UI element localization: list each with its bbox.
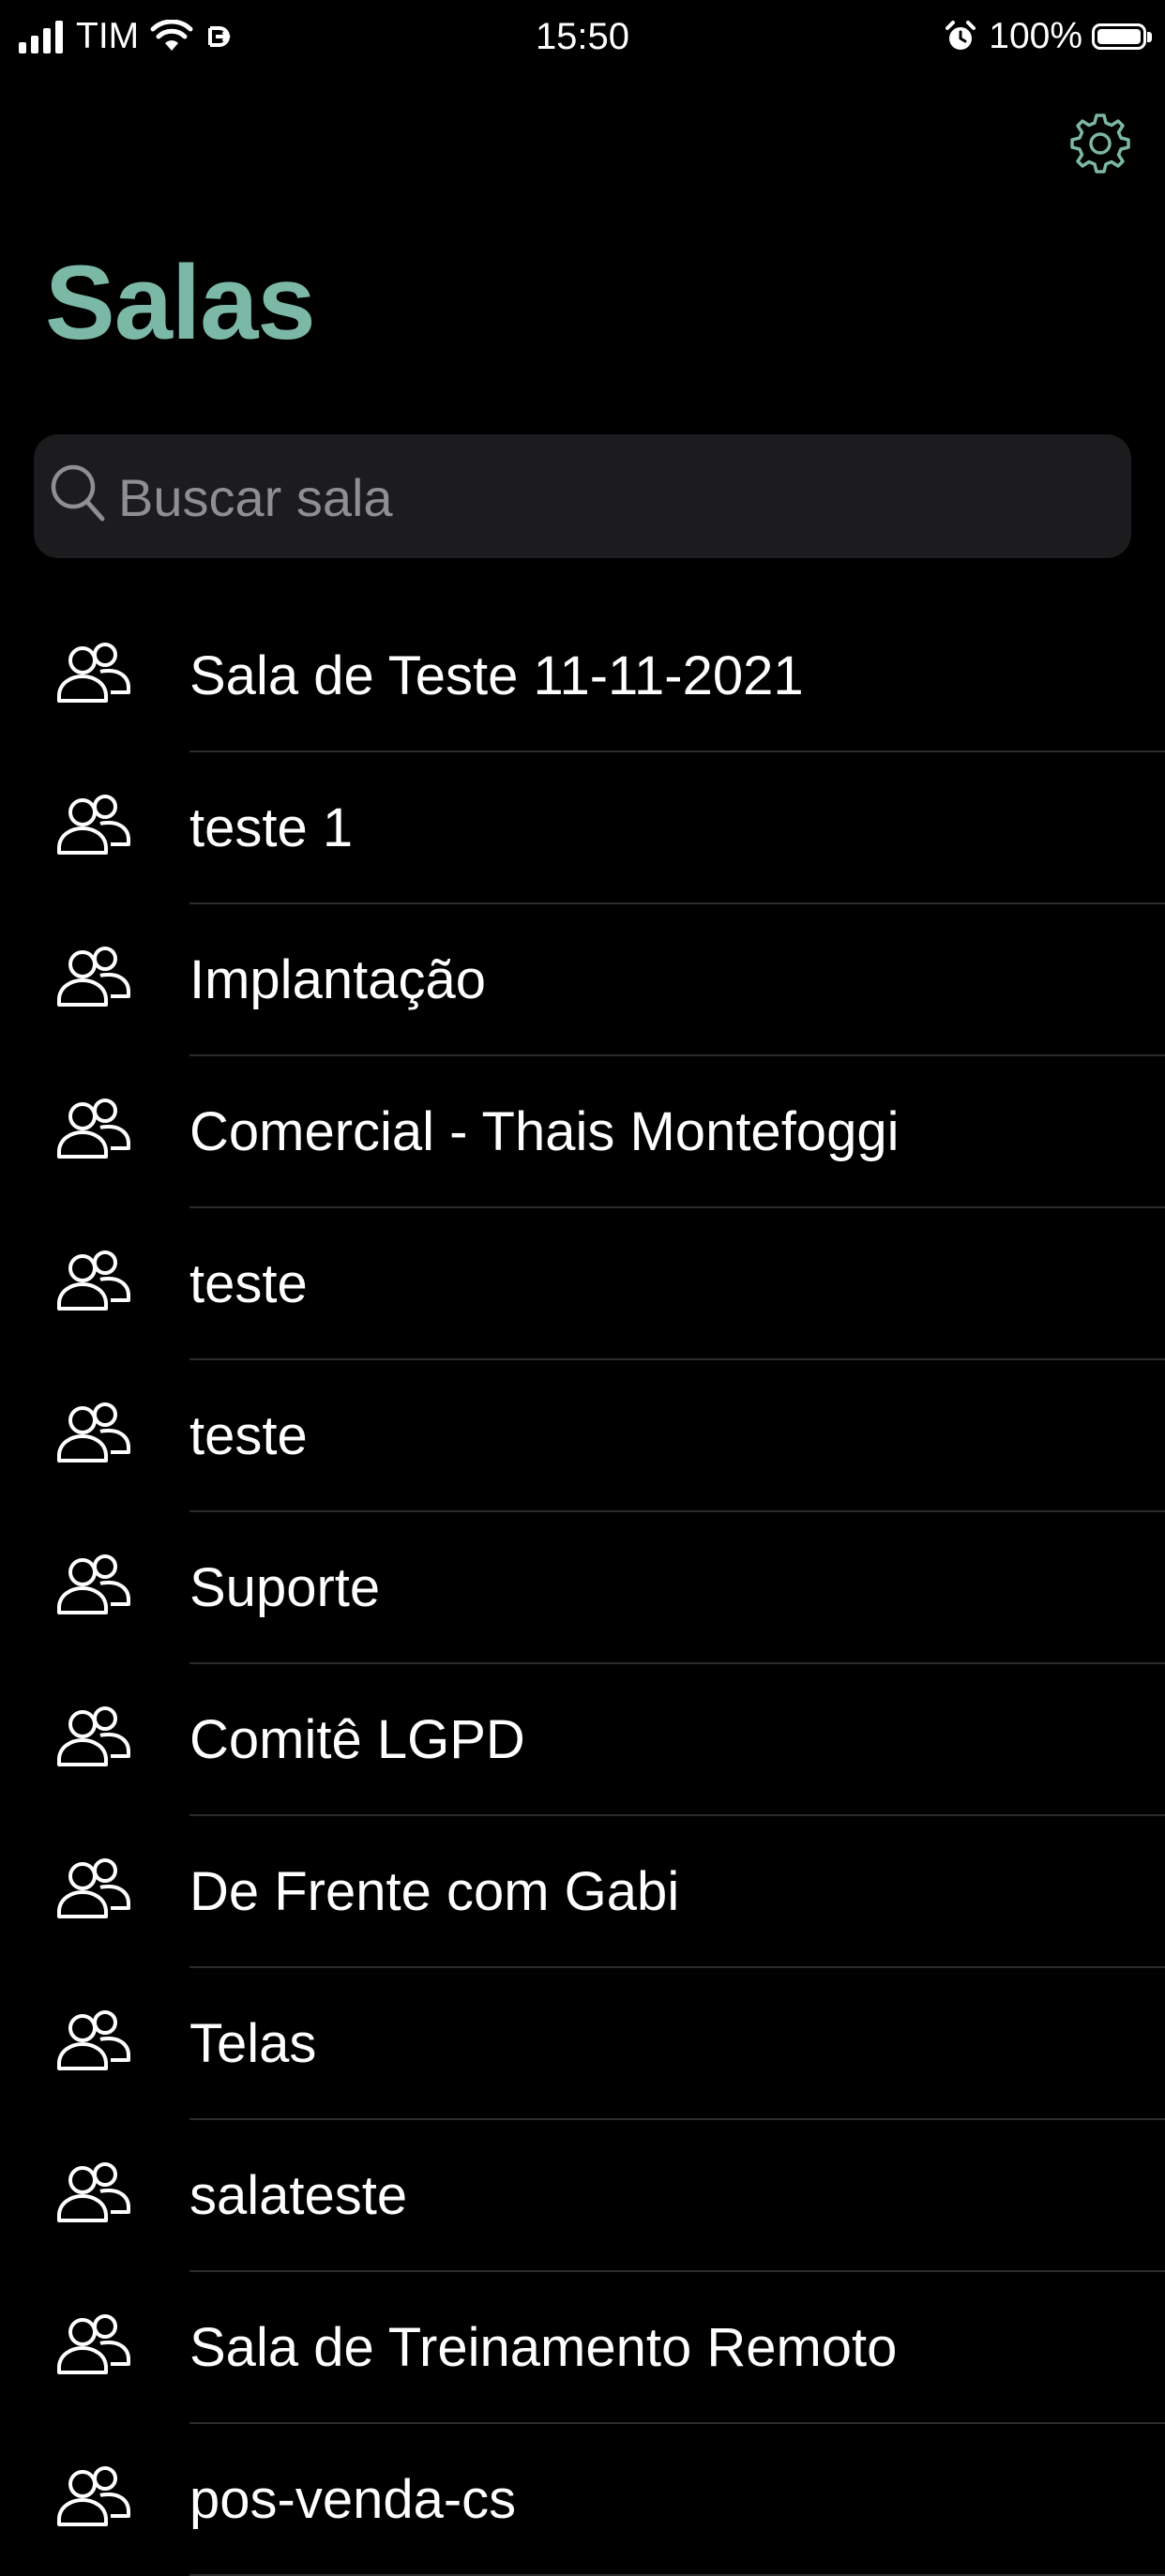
gear-icon [1070, 114, 1130, 174]
search-input[interactable] [118, 448, 1112, 546]
room-row[interactable]: Sala de Treinamento Remoto [0, 2272, 1165, 2424]
room-name: salateste [189, 2165, 408, 2226]
room-name: Comitê LGPD [189, 1709, 525, 1770]
battery-percentage: 100% [989, 16, 1082, 56]
room-row[interactable]: Sala de Teste 11-11-2021 [0, 600, 1165, 752]
status-right: 100% [944, 13, 1152, 60]
people-icon [57, 643, 130, 703]
room-name: Sala de Treinamento Remoto [189, 2317, 898, 2378]
room-row[interactable]: Suporte [0, 1512, 1165, 1664]
people-icon [57, 2162, 130, 2222]
people-icon [57, 947, 130, 1007]
room-row[interactable]: De Frente com Gabi [0, 1816, 1165, 1968]
alarm-icon [946, 21, 976, 50]
room-name: Comercial - Thais Montefoggi [189, 1101, 900, 1162]
room-row[interactable]: Implantação [0, 904, 1165, 1056]
page-title: Salas [45, 244, 316, 361]
room-name: Sala de Teste 11-11-2021 [189, 645, 804, 706]
status-bar: TIM 15:50 100% [0, 0, 1165, 75]
people-icon [57, 795, 130, 855]
people-icon [57, 2466, 130, 2526]
room-row[interactable]: Telas [0, 1968, 1165, 2120]
settings-button[interactable] [1066, 103, 1135, 184]
room-name: Implantação [189, 949, 486, 1010]
room-name: teste 1 [189, 797, 354, 858]
room-name: pos-venda-cs [189, 2469, 517, 2530]
rooms-list: Sala de Teste 11-11-2021 teste 1 Implant… [0, 600, 1165, 2576]
room-row[interactable]: salateste [0, 2120, 1165, 2272]
room-row[interactable]: Comercial - Thais Montefoggi [0, 1056, 1165, 1208]
room-name: Suporte [189, 1557, 381, 1618]
people-icon [57, 2314, 130, 2374]
room-name: De Frente com Gabi [189, 1861, 680, 1922]
people-icon [57, 2010, 130, 2070]
search-icon [51, 464, 105, 522]
room-row[interactable]: pos-venda-cs [0, 2424, 1165, 2576]
people-icon [57, 1402, 130, 1462]
people-icon [57, 1554, 130, 1614]
people-icon [57, 1099, 130, 1159]
people-icon [57, 1858, 130, 1918]
battery-icon [1092, 23, 1152, 50]
room-row[interactable]: teste 1 [0, 752, 1165, 904]
room-name: Telas [189, 2013, 317, 2074]
room-row[interactable]: teste [0, 1360, 1165, 1512]
room-row[interactable]: Comitê LGPD [0, 1664, 1165, 1816]
room-row[interactable]: teste [0, 1208, 1165, 1360]
room-name: teste [189, 1405, 308, 1466]
people-icon [57, 1250, 130, 1311]
people-icon [57, 1706, 130, 1766]
room-name: teste [189, 1253, 308, 1314]
